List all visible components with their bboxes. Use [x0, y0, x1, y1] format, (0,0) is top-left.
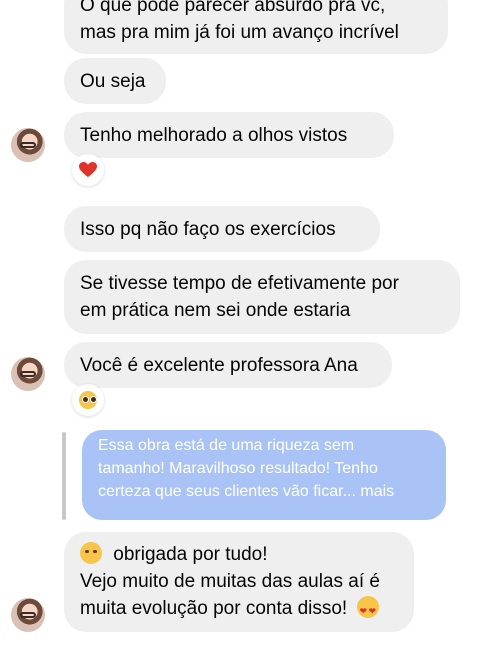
message-line: obrigada por tudo!: [80, 541, 398, 568]
reply-text: Essa obra está de uma riqueza sem: [98, 437, 355, 454]
reply-text: tamanho! Maravilhoso resultado! Tenho: [98, 460, 378, 477]
message-text: Vejo muito de muitas das aulas aí é: [80, 571, 380, 592]
message-bubble-3[interactable]: Tenho melhorado a olhos vistos: [64, 112, 394, 158]
message-text: mas pra mim já foi um avanço incrível: [80, 22, 399, 43]
message-text: muita evolução por conta disso!: [80, 598, 348, 619]
reply-preview[interactable]: Essa obra está de uma riqueza sem tamanh…: [82, 430, 446, 520]
message-text: em prática nem sei onde estaria: [80, 300, 351, 321]
reaction-badge[interactable]: [72, 154, 104, 186]
message-bubble-1[interactable]: O que pode parecer absurdo pra vc, mas p…: [64, 0, 448, 54]
smiling-face-with-hearts-icon: [80, 542, 102, 564]
reply-quote-bar: [62, 432, 66, 520]
message-text: obrigada por tudo!: [113, 544, 268, 565]
reply-text: certeza que seus clientes vão ficar... m…: [98, 483, 395, 500]
message-bubble-2[interactable]: Ou seja: [64, 58, 166, 104]
message-text: O que pode parecer absurdo pra vc,: [80, 0, 386, 16]
message-line: muita evolução por conta disso!: [80, 595, 398, 625]
message-bubble-5[interactable]: Se tivesse tempo de efetivamente por em …: [64, 260, 460, 334]
message-text: Tenho melhorado a olhos vistos: [80, 125, 348, 146]
red-heart-icon: [79, 162, 97, 178]
message-text: Se tivesse tempo de efetivamente por: [80, 273, 399, 294]
pleading-face-icon: [79, 391, 97, 409]
heart-eyes-icon: [356, 596, 379, 625]
avatar[interactable]: [11, 128, 45, 162]
message-text: Isso pq não faço os exercícios: [80, 219, 336, 240]
message-bubble-7[interactable]: obrigada por tudo! Vejo muito de muitas …: [64, 532, 414, 632]
message-text: Ou seja: [80, 71, 146, 92]
message-bubble-6[interactable]: Você é excelente professora Ana: [64, 342, 392, 388]
message-text: Você é excelente professora Ana: [80, 355, 358, 376]
avatar[interactable]: [11, 598, 45, 632]
message-bubble-4[interactable]: Isso pq não faço os exercícios: [64, 206, 380, 252]
reaction-badge[interactable]: [72, 384, 104, 416]
avatar[interactable]: [11, 357, 45, 391]
